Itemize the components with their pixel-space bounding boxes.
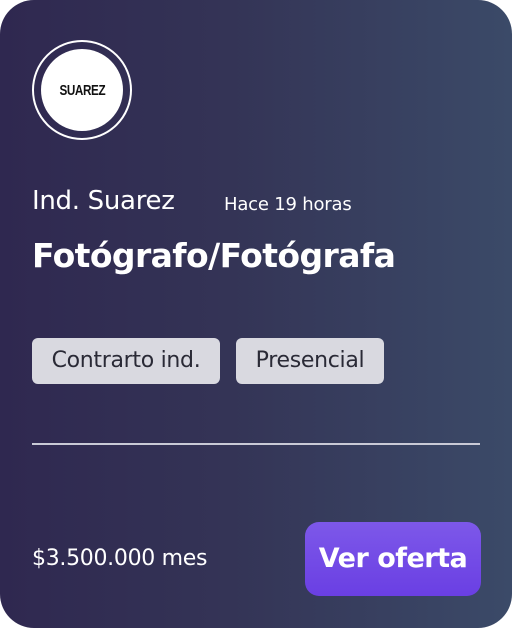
salary: $3.500.000 mes <box>32 546 208 571</box>
job-offer-card: SUAREZ Ind. Suarez Hace 19 horas Fotógra… <box>0 0 512 628</box>
job-title: Fotógrafo/Fotógrafa <box>32 236 396 275</box>
tag-contract-type: Contrarto ind. <box>32 338 220 384</box>
company-logo-disc: SUAREZ <box>41 49 123 131</box>
company-logo: SUAREZ <box>32 40 132 140</box>
posted-time: Hace 19 horas <box>224 194 352 215</box>
view-offer-button[interactable]: Ver oferta <box>305 522 481 596</box>
tag-work-mode: Presencial <box>236 338 384 384</box>
divider <box>32 443 480 445</box>
company-logo-text: SUAREZ <box>59 81 105 99</box>
company-name: Ind. Suarez <box>32 186 175 216</box>
